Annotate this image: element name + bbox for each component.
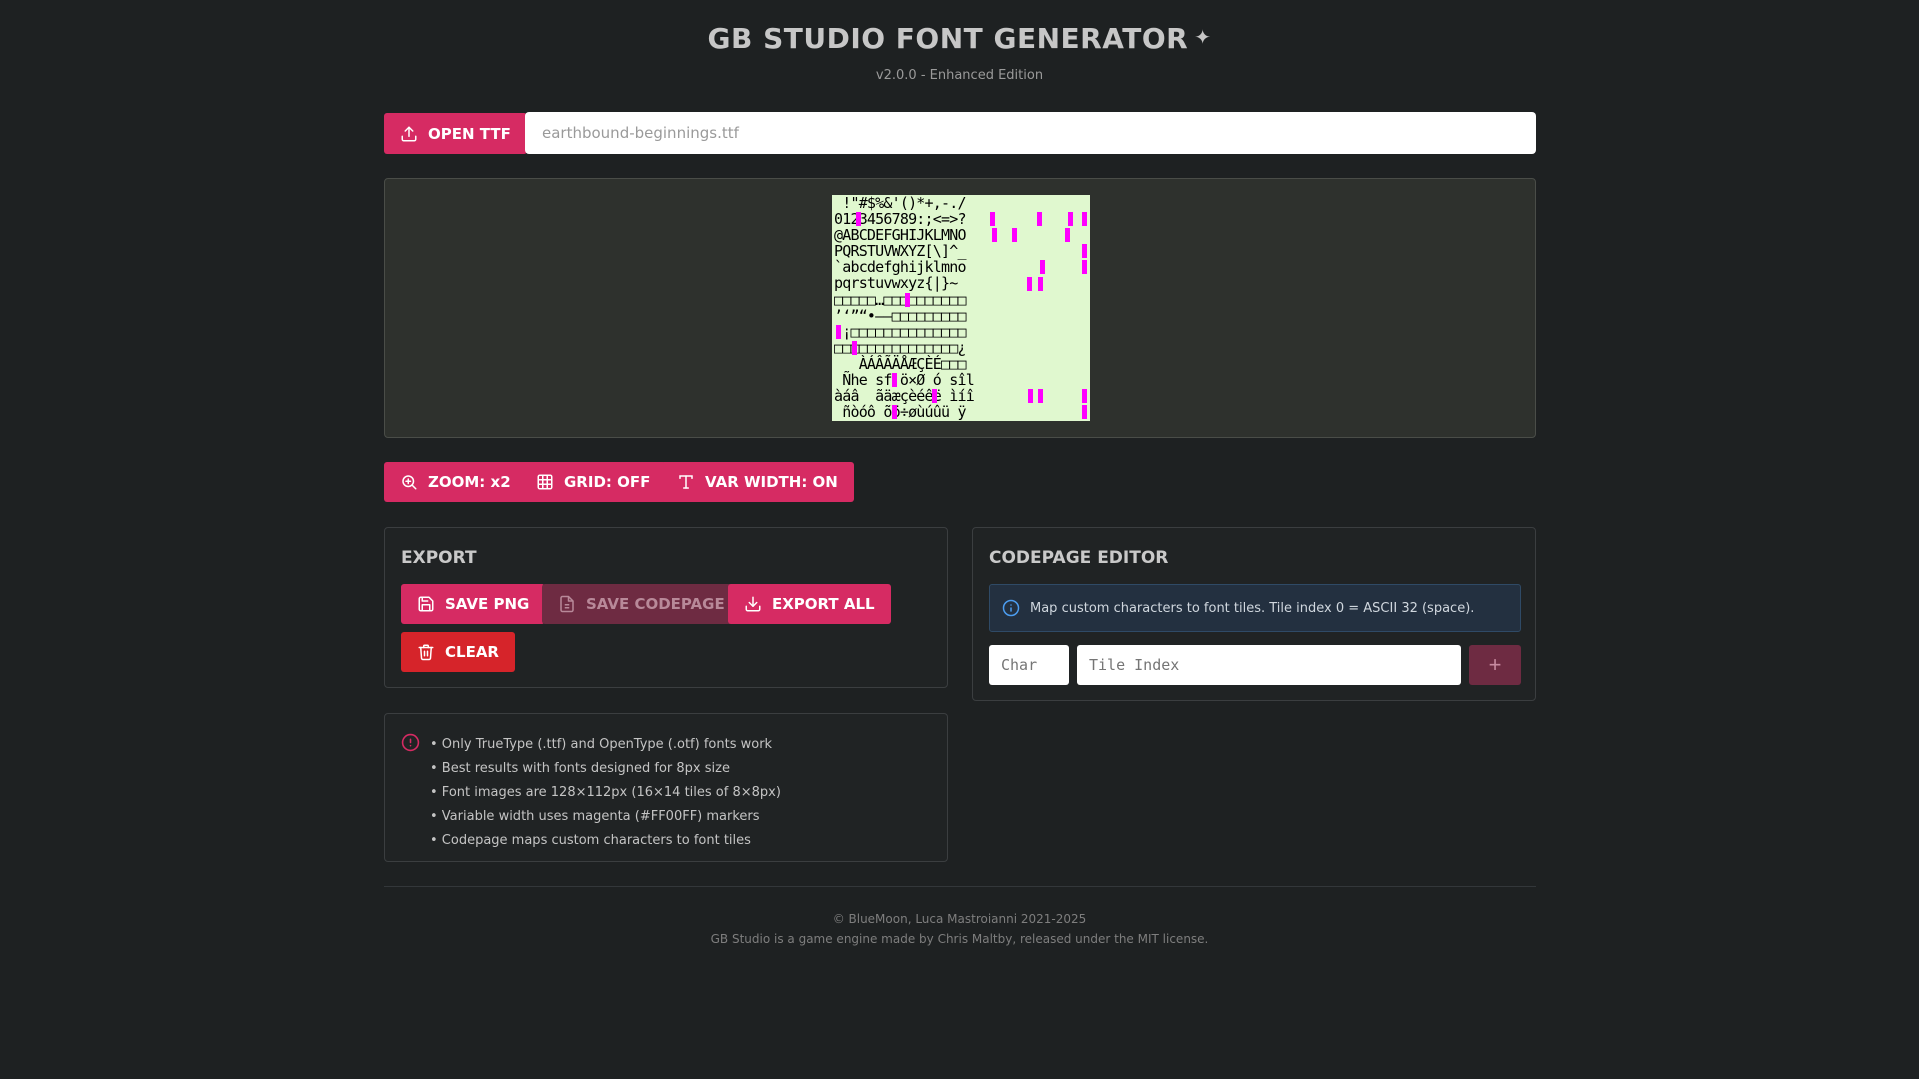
- save-png-button[interactable]: SAVE PNG: [401, 584, 546, 624]
- width-marker: [1082, 389, 1087, 404]
- width-marker: [1082, 260, 1087, 275]
- info-icon: [1002, 599, 1020, 617]
- char-input[interactable]: [989, 645, 1069, 685]
- save-icon: [418, 596, 434, 612]
- tile-index-input[interactable]: [1077, 645, 1461, 685]
- codepage-info-box: Map custom characters to font tiles. Til…: [989, 584, 1521, 632]
- file-text-icon: [560, 595, 574, 613]
- width-marker: [1012, 228, 1017, 243]
- open-ttf-label: OPEN TTF: [428, 124, 511, 143]
- footer-note: GB Studio is a game engine made by Chris…: [710, 932, 1209, 946]
- width-marker: [1065, 228, 1070, 243]
- clear-button[interactable]: CLEAR: [401, 632, 515, 672]
- width-marker: [990, 212, 995, 227]
- grid-toggle-button[interactable]: GRID: OFF: [520, 462, 667, 502]
- font-sheet-row: àáâ ãäæçèéêë ìíî: [834, 387, 975, 406]
- var-width-toggle-button[interactable]: VAR WIDTH: ON: [661, 462, 854, 502]
- codepage-title: CODEPAGE EDITOR: [989, 548, 1169, 568]
- app-title: GB STUDIO FONT GENERATOR ✦: [0, 22, 1919, 55]
- font-sheet-row: Ñhe sf ö×Ø ó sîl: [834, 371, 975, 390]
- tip-item: • Font images are 128×112px (16×14 tiles…: [430, 785, 781, 800]
- font-sheet-row: PQRSTUVWXYZ[\]^_: [834, 242, 967, 261]
- tip-item: • Best results with fonts designed for 8…: [430, 761, 730, 776]
- tips-list: • Only TrueType (.ttf) and OpenType (.ot…: [430, 736, 781, 856]
- footer-copyright: © BlueMoon, Luca Mastroianni 2021-2025: [832, 912, 1087, 926]
- clear-label: CLEAR: [445, 643, 499, 661]
- width-marker: [892, 405, 897, 420]
- filename-field[interactable]: [525, 112, 1536, 154]
- font-sheet-row: □□□□□□□□□□□□□□□¿: [834, 338, 967, 357]
- footer-divider: [384, 886, 1536, 887]
- font-sheet-canvas[interactable]: !"#$%&'()*+,-./0123456789:;<=>? @ABCDEFGH…: [832, 195, 1090, 421]
- codepage-info-text: Map custom characters to font tiles. Til…: [1030, 600, 1475, 616]
- font-sheet-row: ’‘”“•–—□□□□□□□□□: [834, 306, 967, 325]
- font-sheet-row: ñòóô õö÷øùúûü ÿ: [834, 403, 966, 421]
- width-marker: [905, 292, 910, 307]
- width-marker: [932, 389, 937, 404]
- width-marker: [852, 340, 857, 355]
- tips-panel: • Only TrueType (.ttf) and OpenType (.ot…: [384, 713, 948, 862]
- width-marker: [1068, 212, 1073, 227]
- app-version: v2.0.0 - Enhanced Edition: [875, 68, 1044, 83]
- grid-icon: [537, 474, 553, 490]
- font-sheet-row: @ABCDEFGHIJKLMNO: [834, 226, 967, 245]
- width-marker: [1082, 244, 1087, 259]
- width-marker: [1038, 389, 1043, 404]
- tip-item: • Only TrueType (.ttf) and OpenType (.ot…: [430, 737, 773, 752]
- font-sheet-row: ¡□□□□□□□□□□□□□□: [834, 322, 966, 341]
- download-icon: [745, 596, 761, 612]
- app-title-text: GB STUDIO FONT GENERATOR: [707, 22, 1189, 55]
- width-marker: [836, 324, 841, 339]
- zoom-button[interactable]: ZOOM: x2: [384, 462, 527, 502]
- font-sheet-row: pqrstuvwxyz{|}~: [834, 274, 966, 293]
- save-png-label: SAVE PNG: [445, 595, 530, 613]
- var-width-label: VAR WIDTH: ON: [705, 473, 838, 491]
- width-marker: [992, 228, 997, 243]
- export-panel: EXPORT SAVE PNG SAVE CODEPAGE EXPORT ALL…: [384, 527, 948, 688]
- save-codepage-label: SAVE CODEPAGE: [586, 595, 725, 613]
- sparkle-icon: ✦: [1194, 25, 1212, 49]
- font-sheet-row: 0123456789:;<=>?: [834, 210, 967, 229]
- font-sheet-row: !"#$%&'()*+,-./: [834, 195, 966, 212]
- font-preview-panel: !"#$%&'()*+,-./0123456789:;<=>? @ABCDEFGH…: [384, 178, 1536, 438]
- font-sheet-row: `abcdefghijklmno: [834, 258, 967, 277]
- width-marker: [1082, 405, 1087, 420]
- width-marker: [1040, 260, 1045, 275]
- codepage-editor-panel: CODEPAGE EDITOR Map custom characters to…: [972, 527, 1536, 701]
- grid-label: GRID: OFF: [564, 473, 651, 491]
- width-marker: [1037, 212, 1042, 227]
- open-ttf-button[interactable]: OPEN TTF: [384, 113, 527, 154]
- type-icon: [679, 475, 693, 489]
- alert-circle-icon: [401, 733, 420, 752]
- font-sheet-row: ÀÁÂÃÄÅÆÇÈÉ□□□: [834, 354, 967, 373]
- export-all-button[interactable]: EXPORT ALL: [728, 584, 891, 624]
- zoom-in-icon: [402, 475, 417, 490]
- tip-item: • Codepage maps custom characters to fon…: [430, 833, 751, 848]
- width-marker: [1027, 276, 1032, 291]
- width-marker: [856, 212, 861, 227]
- export-all-label: EXPORT ALL: [772, 595, 875, 613]
- add-mapping-button[interactable]: +: [1469, 645, 1521, 685]
- width-marker: [1038, 276, 1043, 291]
- export-title: EXPORT: [401, 548, 477, 568]
- trash-icon: [418, 644, 434, 661]
- save-codepage-button[interactable]: SAVE CODEPAGE: [542, 584, 741, 624]
- width-marker: [892, 373, 897, 388]
- font-sheet-row: □□□□□…□□□□□□□□□□: [834, 290, 967, 309]
- zoom-label: ZOOM: x2: [428, 473, 511, 491]
- width-marker: [1028, 389, 1033, 404]
- width-marker: [1082, 212, 1087, 227]
- upload-icon: [401, 126, 417, 141]
- tip-item: • Variable width uses magenta (#FF00FF) …: [430, 809, 760, 824]
